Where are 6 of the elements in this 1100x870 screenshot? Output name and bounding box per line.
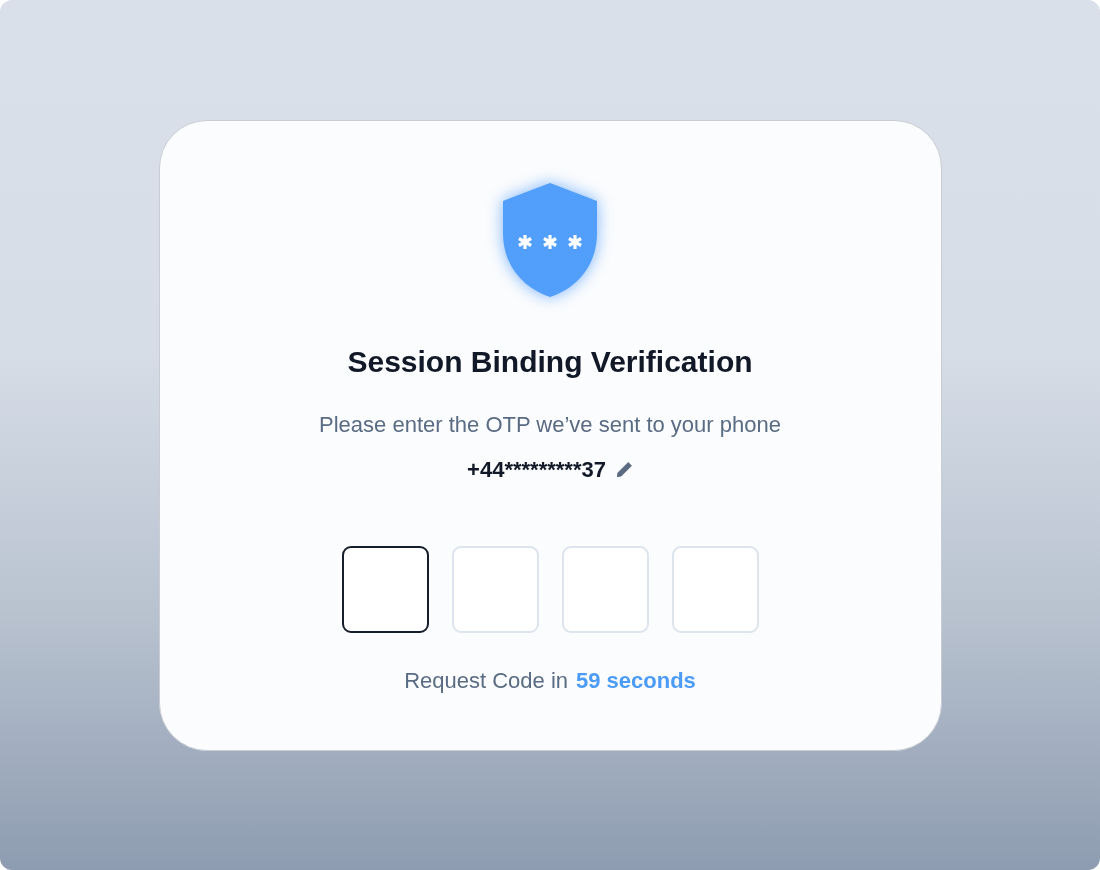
resend-countdown-text: Request Code in 59 seconds bbox=[404, 666, 696, 695]
masked-phone-number: +44*********37 bbox=[467, 455, 606, 484]
card-title: Session Binding Verification bbox=[347, 343, 753, 380]
pencil-icon[interactable] bbox=[615, 461, 633, 478]
otp-input-field[interactable] bbox=[341, 545, 429, 633]
instruction-text: Please enter the OTP we’ve sent to your phone bbox=[319, 410, 781, 439]
